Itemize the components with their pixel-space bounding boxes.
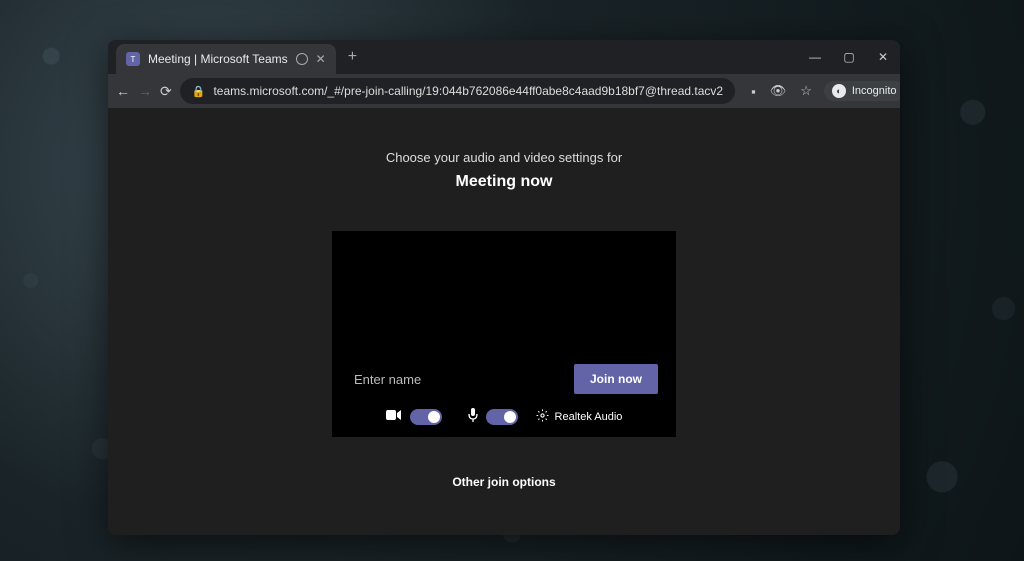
address-bar: ← → ⟳ 🔒 teams.microsoft.com/_#/pre-join-… [108,74,900,108]
mic-toggle[interactable] [486,409,518,425]
forward-button[interactable]: → [138,83,152,99]
page-content: Choose your audio and video settings for… [108,108,900,535]
incognito-label: Incognito [852,85,897,97]
video-toggle[interactable] [410,409,442,425]
video-icon [386,409,402,424]
page-subtitle: Choose your audio and video settings for [386,150,622,165]
url-bar[interactable]: 🔒 teams.microsoft.com/_#/pre-join-callin… [180,78,735,104]
incognito-badge: ◐ Incognito [824,81,900,101]
microphone-icon [468,408,478,425]
join-now-button[interactable]: Join now [574,364,658,394]
url-text: teams.microsoft.com/_#/pre-join-calling/… [213,84,723,98]
name-input[interactable] [350,366,562,393]
window-minimize-button[interactable]: — [806,50,824,64]
other-join-options[interactable]: Other join options [452,475,555,489]
tab-audio-icon[interactable] [296,53,308,65]
browser-window: T Meeting | Microsoft Teams ✕ + — ▢ ✕ ← … [108,40,900,535]
star-bookmark-icon[interactable]: ☆ [800,83,812,99]
window-close-button[interactable]: ✕ [874,50,892,64]
camera-indicator-icon[interactable]: ▪ [751,84,756,99]
teams-favicon-icon: T [126,52,140,66]
video-preview-card: Join now Realtek Audio [332,231,676,437]
gear-icon [536,409,549,425]
audio-device-label: Realtek Audio [555,411,623,423]
back-button[interactable]: ← [116,83,130,99]
incognito-icon: ◐ [832,84,846,98]
tab-bar: T Meeting | Microsoft Teams ✕ + — ▢ ✕ [108,40,900,74]
browser-tab[interactable]: T Meeting | Microsoft Teams ✕ [116,44,336,74]
tab-title: Meeting | Microsoft Teams [148,52,288,66]
new-tab-button[interactable]: + [348,48,357,66]
tab-close-icon[interactable]: ✕ [316,52,326,66]
audio-device-selector[interactable]: Realtek Audio [536,409,623,425]
eye-off-icon[interactable]: 👁 [770,83,787,99]
window-maximize-button[interactable]: ▢ [840,50,858,64]
lock-icon: 🔒 [192,85,206,98]
reload-button[interactable]: ⟳ [160,83,172,100]
page-title: Meeting now [456,173,553,191]
